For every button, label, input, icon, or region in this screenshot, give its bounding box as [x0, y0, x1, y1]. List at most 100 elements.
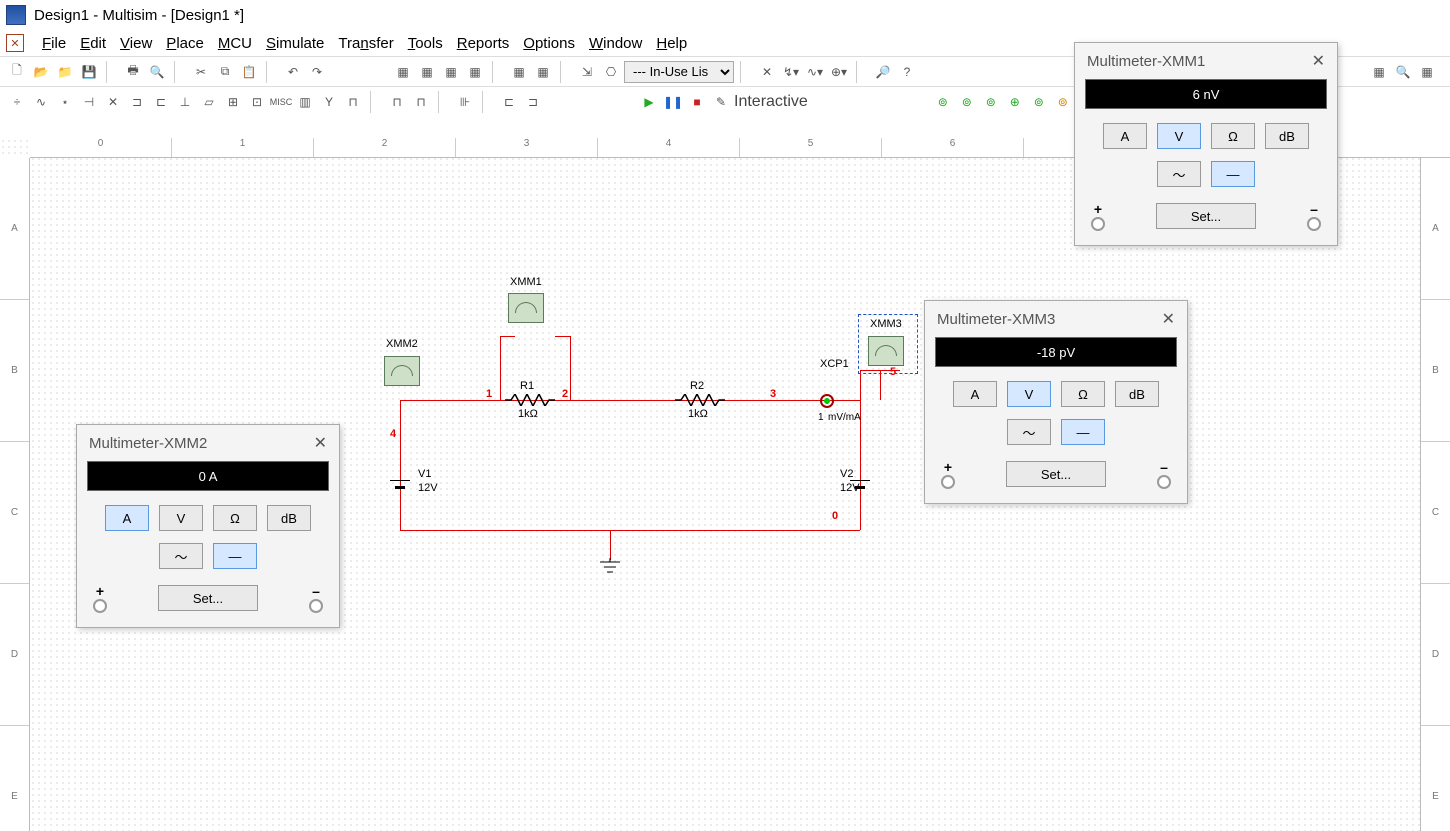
tool-b-icon[interactable]: ⎔ [600, 61, 622, 83]
scope3-icon[interactable]: ⊚ [980, 91, 1002, 113]
xmm1-mode-ohm-button[interactable]: Ω [1211, 123, 1255, 149]
comp10-icon[interactable]: ⊞ [222, 91, 244, 113]
preview-icon[interactable]: 🔍 [146, 61, 168, 83]
grid1-icon[interactable]: ▦ [392, 61, 414, 83]
xmm1-dc-button[interactable]: — [1211, 161, 1255, 187]
xmm1-symbol[interactable] [508, 293, 544, 323]
menu-options[interactable]: Options [523, 35, 575, 52]
r1-symbol[interactable] [505, 394, 555, 406]
comp16-icon[interactable]: ⊓ [386, 91, 408, 113]
xmm2-mode-v-button[interactable]: V [159, 505, 203, 531]
grid6-icon[interactable]: ▦ [532, 61, 554, 83]
xmm2-set-button[interactable]: Set... [158, 585, 258, 611]
stop-icon[interactable]: ■ [686, 91, 708, 113]
menu-reports[interactable]: Reports [457, 35, 510, 52]
xmm2-close-icon[interactable]: ✕ [314, 433, 327, 453]
comp17-icon[interactable]: ⊓ [410, 91, 432, 113]
redo-icon[interactable]: ↷ [306, 61, 328, 83]
menu-view[interactable]: View [120, 35, 152, 52]
xmm2-symbol[interactable] [384, 356, 420, 386]
xmm1-close-icon[interactable]: ✕ [1312, 51, 1325, 71]
right-tool2-icon[interactable]: 🔍 [1392, 61, 1414, 83]
pause-icon[interactable]: ❚❚ [662, 91, 684, 113]
copy-icon[interactable]: ⧉ [214, 61, 236, 83]
menu-file[interactable]: File [42, 35, 66, 52]
xmm3-close-icon[interactable]: ✕ [1162, 309, 1175, 329]
comp2-icon[interactable]: ∿ [30, 91, 52, 113]
play-icon[interactable]: ▶ [638, 91, 660, 113]
xmm1-plus-terminal[interactable] [1091, 217, 1105, 231]
right-tool1-icon[interactable]: ▦ [1368, 61, 1390, 83]
xmm3-minus-terminal[interactable] [1157, 475, 1171, 489]
comp8-icon[interactable]: ⊥ [174, 91, 196, 113]
comp13-icon[interactable]: ▥ [294, 91, 316, 113]
menu-transfer[interactable]: Transfer [338, 35, 393, 52]
comp11-icon[interactable]: ⊡ [246, 91, 268, 113]
v1-symbol[interactable] [390, 474, 410, 498]
xmm3-mode-a-button[interactable]: A [953, 381, 997, 407]
comp14-icon[interactable]: Y [318, 91, 340, 113]
xcp1-symbol[interactable] [820, 394, 834, 408]
xmm1-ac-button[interactable]: 〜 [1157, 161, 1201, 187]
xmm3-mode-ohm-button[interactable]: Ω [1061, 381, 1105, 407]
open2-icon[interactable]: 📁 [54, 61, 76, 83]
xmm1-set-button[interactable]: Set... [1156, 203, 1256, 229]
paste-icon[interactable]: 📋 [238, 61, 260, 83]
menu-help[interactable]: Help [656, 35, 687, 52]
comp3-icon[interactable]: ⋆ [54, 91, 76, 113]
xmm1-mode-v-button[interactable]: V [1157, 123, 1201, 149]
menu-window[interactable]: Window [589, 35, 642, 52]
bus2-icon[interactable]: ⊏ [498, 91, 520, 113]
grid3-icon[interactable]: ▦ [440, 61, 462, 83]
xmm2-mode-ohm-button[interactable]: Ω [213, 505, 257, 531]
xmm3-symbol[interactable] [868, 336, 904, 366]
xmm1-mode-a-button[interactable]: A [1103, 123, 1147, 149]
menu-place[interactable]: Place [166, 35, 204, 52]
print-icon[interactable]: 🖶 [122, 61, 144, 83]
scope4-icon[interactable]: ⊕ [1004, 91, 1026, 113]
scope6-icon[interactable]: ⊚ [1052, 91, 1074, 113]
xmm3-dc-button[interactable]: — [1061, 419, 1105, 445]
comp4-icon[interactable]: ⊣ [78, 91, 100, 113]
r2-symbol[interactable] [675, 394, 725, 406]
menu-simulate[interactable]: Simulate [266, 35, 324, 52]
xmm1-mode-db-button[interactable]: dB [1265, 123, 1309, 149]
grid4-icon[interactable]: ▦ [464, 61, 486, 83]
comp7-icon[interactable]: ⊏ [150, 91, 172, 113]
zoom-icon[interactable]: 🔎 [872, 61, 894, 83]
multimeter-xmm1-window[interactable]: Multimeter-XMM1✕ 6 nV A V Ω dB 〜 — + Set… [1074, 42, 1338, 246]
menu-edit[interactable]: Edit [80, 35, 106, 52]
ground-symbol[interactable] [600, 558, 620, 576]
comp15-icon[interactable]: ⊓ [342, 91, 364, 113]
xmm1-minus-terminal[interactable] [1307, 217, 1321, 231]
bus3-icon[interactable]: ⊐ [522, 91, 544, 113]
save-icon[interactable]: 💾 [78, 61, 100, 83]
cut-icon[interactable]: ✂ [190, 61, 212, 83]
comp6-icon[interactable]: ⊐ [126, 91, 148, 113]
bus1-icon[interactable]: ⊪ [454, 91, 476, 113]
comp9-icon[interactable]: ▱ [198, 91, 220, 113]
help-icon[interactable]: ? [896, 61, 918, 83]
probe2-icon[interactable]: ↯▾ [780, 61, 802, 83]
menu-tools[interactable]: Tools [408, 35, 443, 52]
undo-icon[interactable]: ↶ [282, 61, 304, 83]
comp12-icon[interactable]: MISC [270, 91, 292, 113]
xmm2-minus-terminal[interactable] [309, 599, 323, 613]
tool-a-icon[interactable]: ⇲ [576, 61, 598, 83]
right-tool3-icon[interactable]: ▦ [1416, 61, 1438, 83]
open-icon[interactable]: 📂 [30, 61, 52, 83]
comp5-icon[interactable]: ✕ [102, 91, 124, 113]
xmm2-ac-button[interactable]: 〜 [159, 543, 203, 569]
scope2-icon[interactable]: ⊚ [956, 91, 978, 113]
xmm2-mode-db-button[interactable]: dB [267, 505, 311, 531]
probe1-icon[interactable]: ✕ [756, 61, 778, 83]
scope5-icon[interactable]: ⊚ [1028, 91, 1050, 113]
probe4-icon[interactable]: ⊕▾ [828, 61, 850, 83]
xmm3-ac-button[interactable]: 〜 [1007, 419, 1051, 445]
menu-mcu[interactable]: MCU [218, 35, 252, 52]
xmm2-mode-a-button[interactable]: A [105, 505, 149, 531]
in-use-list-select[interactable]: --- In-Use Lis [624, 61, 734, 83]
sim-config-icon[interactable]: ✎ [710, 91, 732, 113]
new-icon[interactable]: 🗋 [6, 61, 28, 83]
xmm2-plus-terminal[interactable] [93, 599, 107, 613]
